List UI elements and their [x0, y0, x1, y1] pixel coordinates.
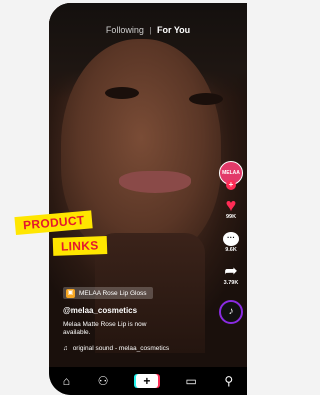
action-rail: MELAA + ♥ 99K ··· 9.6K ➦ 3.79K ♪ [217, 161, 245, 324]
music-note-icon: ♫ [63, 345, 68, 352]
share-button[interactable]: ➦ 3.79K [217, 263, 245, 287]
like-count: 99K [225, 214, 237, 220]
create-icon[interactable]: + [135, 374, 158, 388]
friends-icon[interactable]: ⚇ [98, 375, 109, 387]
phone-frame: Following | For You MELAA + ♥ 99K ··· 9.… [49, 3, 247, 395]
sound-disc-icon[interactable]: ♪ [219, 300, 243, 324]
share-count: 3.79K [223, 280, 239, 286]
sound-label: original sound - melaa_cosmetics [72, 345, 170, 352]
tab-for-you[interactable]: For You [157, 25, 190, 35]
video-frame-eye [105, 87, 139, 99]
tab-separator: | [149, 26, 152, 35]
creator-handle[interactable]: @melaa_cosmetics [63, 306, 137, 315]
home-icon[interactable]: ⌂ [63, 375, 70, 387]
like-button[interactable]: ♥ 99K [217, 195, 245, 220]
avatar-text: MELAA [222, 170, 240, 176]
heart-icon: ♥ [225, 195, 237, 215]
post-caption: Melaa Matte Rose Lip is now available. [63, 321, 147, 336]
product-label: MELAA Rose Lip Gloss [79, 289, 147, 297]
share-icon: ➦ [224, 263, 238, 280]
product-links-annotation: PRODUCT LINKS [14, 210, 107, 256]
product-link[interactable]: ▣ MELAA Rose Lip Gloss [63, 287, 153, 299]
follow-plus-icon[interactable]: + [226, 180, 236, 190]
video-frame-eye [189, 93, 223, 105]
comment-button[interactable]: ··· 9.6K [217, 232, 245, 253]
profile-icon[interactable]: ⚲ [224, 375, 233, 387]
bag-icon: ▣ [66, 288, 75, 298]
tab-following[interactable]: Following [106, 25, 144, 35]
annotation-line-2: LINKS [52, 236, 107, 256]
comment-icon: ··· [223, 232, 239, 246]
annotation-line-1: PRODUCT [14, 210, 94, 235]
comment-count: 9.6K [225, 247, 237, 253]
creator-avatar[interactable]: MELAA + [219, 161, 243, 190]
bottom-nav: ⌂ ⚇ + ▭ ⚲ [49, 367, 247, 395]
sound-link[interactable]: ♫ original sound - melaa_cosmetics [63, 345, 169, 352]
video-frame-lips [119, 171, 191, 193]
feed-tabs: Following | For You [49, 25, 247, 35]
inbox-icon[interactable]: ▭ [185, 375, 196, 387]
